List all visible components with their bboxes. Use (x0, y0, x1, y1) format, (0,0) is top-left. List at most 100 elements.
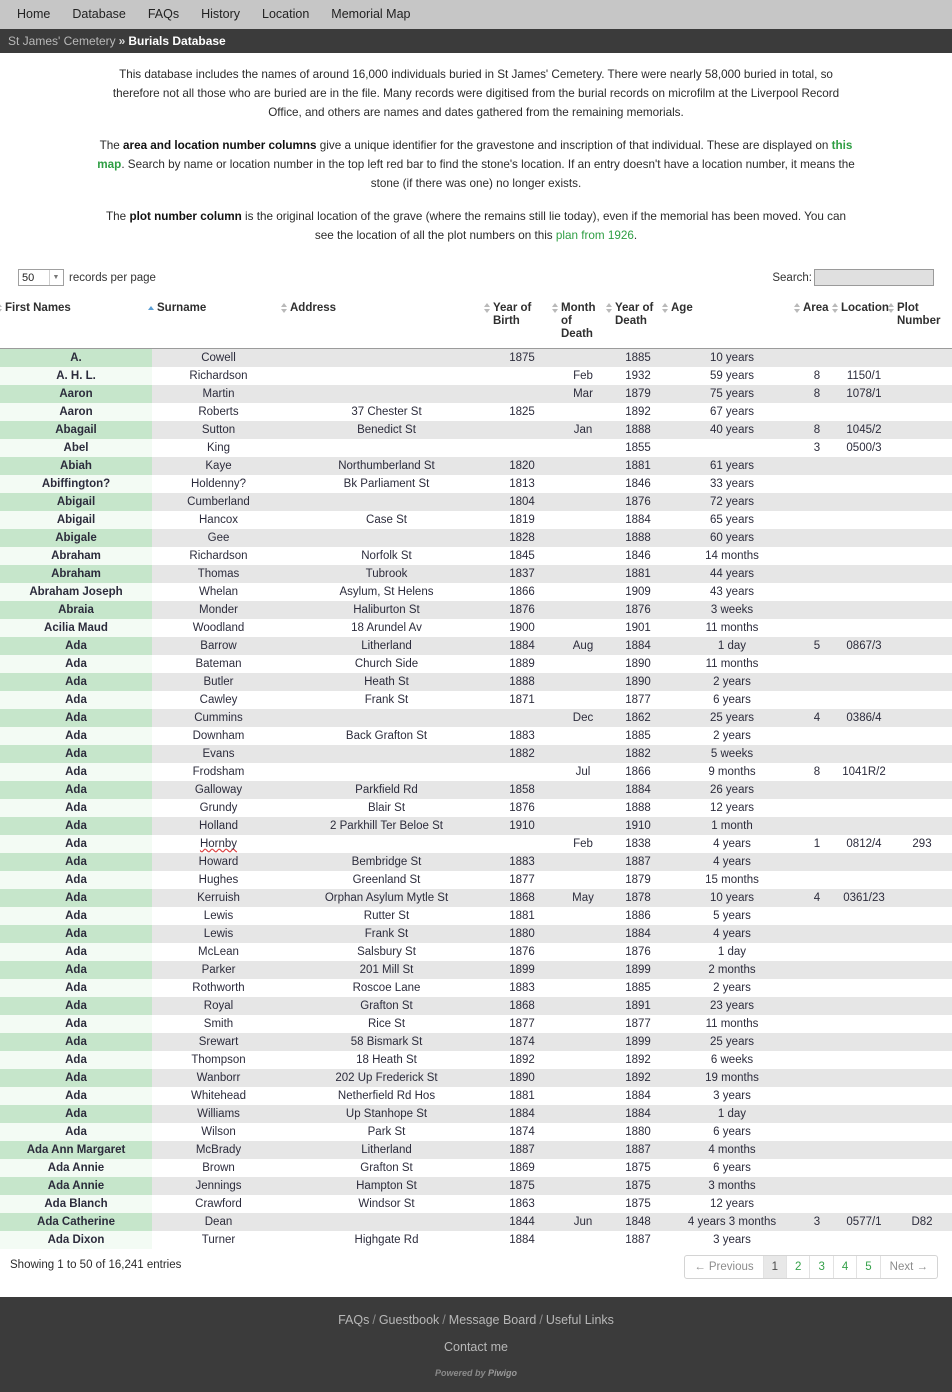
table-row[interactable]: Ada Butler Heath St 1888 1890 2 years (0, 673, 952, 691)
table-row[interactable]: Abel King 1855 3 0500/3 (0, 439, 952, 457)
cell-surname: King (152, 439, 285, 457)
cell-address: Bk Parliament St (285, 475, 488, 493)
piwigo-link[interactable]: Piwigo (488, 1368, 517, 1378)
table-row[interactable]: Abagail Sutton Benedict St Jan 1888 40 years 8… (0, 421, 952, 439)
nav-database[interactable]: Database (61, 0, 137, 29)
table-row[interactable]: Ada Rothworth Roscoe Lane 1883 1885 2 years (0, 979, 952, 997)
table-row[interactable]: Ada Ann Margaret McBrady Litherland 1887 188… (0, 1141, 952, 1159)
table-row[interactable]: Abigail Hancox Case St 1819 1884 65 years (0, 511, 952, 529)
table-row[interactable]: Abiah Kaye Northumberland St 1820 1881 61 yea… (0, 457, 952, 475)
cell-yob: 1871 (488, 691, 556, 709)
nav-faqs[interactable]: FAQs (137, 0, 190, 29)
pagination-page-1[interactable]: 1 (763, 1256, 788, 1278)
column-header-yod[interactable]: Year of Death (605, 299, 666, 349)
cell-plot (892, 619, 952, 637)
footer-link-useful-links[interactable]: Useful Links (546, 1313, 614, 1327)
table-row[interactable]: Ada Hornby Feb 1838 4 years 1 0812/4 293 (0, 835, 952, 853)
column-header-age[interactable]: Age (661, 299, 798, 349)
table-row[interactable]: Ada McLean Salsbury St 1876 1876 1 day (0, 943, 952, 961)
table-row[interactable]: Ada Bateman Church Side 1889 1890 11 months (0, 655, 952, 673)
table-row[interactable]: Abigail Cumberland 1804 1876 72 years (0, 493, 952, 511)
table-row[interactable]: Ada Lewis Rutter St 1881 1886 5 years (0, 907, 952, 925)
cell-yob: 1877 (488, 1015, 556, 1033)
cell-yod: 1892 (610, 1051, 666, 1069)
table-row[interactable]: Ada Catherine Dean 1844 Jun 1848 4 years 3 mo… (0, 1213, 952, 1231)
breadcrumb-root[interactable]: St James' Cemetery (8, 34, 116, 48)
column-header-loc[interactable]: Location (831, 299, 892, 349)
pagination-page-4[interactable]: 4 (834, 1256, 858, 1278)
footer-link-guestbook[interactable]: Guestbook (379, 1313, 439, 1327)
nav-memorial-map[interactable]: Memorial Map (320, 0, 421, 29)
table-row[interactable]: Ada Dixon Turner Highgate Rd 1884 1887 3 year… (0, 1231, 952, 1249)
table-row[interactable]: A. Cowell 1875 1885 10 years (0, 348, 952, 367)
pagination-page-5[interactable]: 5 (857, 1256, 881, 1278)
cell-first: Abraham (0, 565, 152, 583)
table-row[interactable]: Abraham Richardson Norfolk St 1845 1846 14 mo… (0, 547, 952, 565)
table-row[interactable]: Ada Wilson Park St 1874 1880 6 years (0, 1123, 952, 1141)
table-row[interactable]: Ada Wanborr 202 Up Frederick St 1890 1892 19 … (0, 1069, 952, 1087)
table-row[interactable]: Ada Lewis Frank St 1880 1884 4 years (0, 925, 952, 943)
column-header-first[interactable]: First Names (0, 299, 152, 349)
plan-1926-link[interactable]: plan from 1926 (556, 229, 634, 242)
table-row[interactable]: Abiffington? Holdenny? Bk Parliament St 181… (0, 475, 952, 493)
table-row[interactable]: Ada Barrow Litherland 1884 Aug 1884 1 day 5 0867… (0, 637, 952, 655)
table-row[interactable]: Ada Holland 2 Parkhill Ter Beloe St 1910 191… (0, 817, 952, 835)
search-input[interactable] (814, 269, 934, 286)
table-row[interactable]: A. H. L. Richardson Feb 1932 59 years 8 1150/1 (0, 367, 952, 385)
table-row[interactable]: Aaron Martin Mar 1879 75 years 8 1078/1 (0, 385, 952, 403)
cell-yod: 1909 (610, 583, 666, 601)
table-row[interactable]: Ada Downham Back Grafton St 1883 1885 2 years (0, 727, 952, 745)
nav-history[interactable]: History (190, 0, 251, 29)
table-row[interactable]: Ada Frodsham Jul 1866 9 months 8 1041R/2 (0, 763, 952, 781)
table-row[interactable]: Ada Hughes Greenland St 1877 1879 15 months (0, 871, 952, 889)
pagination-next[interactable]: Next → (881, 1256, 937, 1278)
table-row[interactable]: Ada Srewart 58 Bismark St 1874 1899 25 years (0, 1033, 952, 1051)
table-row[interactable]: Ada Howard Bembridge St 1883 1887 4 years (0, 853, 952, 871)
cell-yod: 1875 (610, 1159, 666, 1177)
table-row[interactable]: Ada Parker 201 Mill St 1899 1899 2 months (0, 961, 952, 979)
table-row[interactable]: Ada Annie Jennings Hampton St 1875 1875 3 mon… (0, 1177, 952, 1195)
records-per-page-select[interactable]: 50 ▼ (18, 269, 64, 286)
footer-link-message-board[interactable]: Message Board (449, 1313, 537, 1327)
table-row[interactable]: Ada Evans 1882 1882 5 weeks (0, 745, 952, 763)
table-row[interactable]: Ada Williams Up Stanhope St 1884 1884 1 day (0, 1105, 952, 1123)
table-row[interactable]: Abraham Joseph Whelan Asylum, St Helens 186… (0, 583, 952, 601)
pagination-page-3[interactable]: 3 (810, 1256, 834, 1278)
table-row[interactable]: Ada Grundy Blair St 1876 1888 12 years (0, 799, 952, 817)
table-row[interactable]: Abigale Gee 1828 1888 60 years (0, 529, 952, 547)
cell-area (798, 403, 836, 421)
table-row[interactable]: Ada Thompson 18 Heath St 1892 1892 6 weeks (0, 1051, 952, 1069)
nav-home[interactable]: Home (6, 0, 61, 29)
table-row[interactable]: Ada Smith Rice St 1877 1877 11 months (0, 1015, 952, 1033)
table-row[interactable]: Ada Royal Grafton St 1868 1891 23 years (0, 997, 952, 1015)
column-header-mod[interactable]: Month of Death (551, 299, 610, 349)
pagination-page-2[interactable]: 2 (787, 1256, 811, 1278)
table-row[interactable]: Ada Blanch Crawford Windsor St 1863 1875 12 y… (0, 1195, 952, 1213)
table-row[interactable]: Abraham Thomas Tubrook 1837 1881 44 years (0, 565, 952, 583)
pagination-previous[interactable]: ← Previous (685, 1256, 764, 1278)
table-row[interactable]: Ada Cummins Dec 1862 25 years 4 0386/4 (0, 709, 952, 727)
table-row[interactable]: Abraia Monder Haliburton St 1876 1876 3 weeks (0, 601, 952, 619)
cell-address: 2 Parkhill Ter Beloe St (285, 817, 488, 835)
cell-mod (556, 1159, 610, 1177)
cell-area (798, 1105, 836, 1123)
column-header-address[interactable]: Address (280, 299, 488, 349)
cell-plot (892, 493, 952, 511)
cell-yod: 1879 (610, 385, 666, 403)
footer-link-separator: / (539, 1313, 543, 1327)
column-header-surname[interactable]: Surname (147, 299, 285, 349)
table-row[interactable]: Aaron Roberts 37 Chester St 1825 1892 67 year… (0, 403, 952, 421)
table-row[interactable]: Ada Annie Brown Grafton St 1869 1875 6 years (0, 1159, 952, 1177)
footer-link-faqs[interactable]: FAQs (338, 1313, 369, 1327)
table-row[interactable]: Ada Whitehead Netherfield Rd Hos 1881 1884 3 … (0, 1087, 952, 1105)
table-row[interactable]: Ada Galloway Parkfield Rd 1858 1884 26 years (0, 781, 952, 799)
contact-me-link[interactable]: Contact me (444, 1340, 508, 1354)
cell-address: Frank St (285, 691, 488, 709)
nav-location[interactable]: Location (251, 0, 320, 29)
table-row[interactable]: Ada Kerruish Orphan Asylum Mytle St 1868 May… (0, 889, 952, 907)
column-header-yob[interactable]: Year of Birth (483, 299, 556, 349)
table-row[interactable]: Ada Cawley Frank St 1871 1877 6 years (0, 691, 952, 709)
column-header-plot[interactable]: Plot Number (887, 299, 952, 349)
table-row[interactable]: Acilia Maud Woodland 18 Arundel Av 1900 1901… (0, 619, 952, 637)
cell-yod: 1885 (610, 979, 666, 997)
